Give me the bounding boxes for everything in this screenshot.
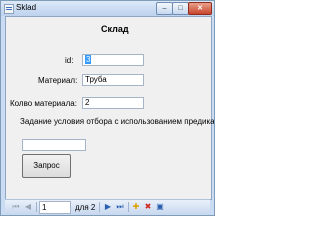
id-label: id: (65, 56, 74, 65)
save-icon[interactable]: ▣ (155, 202, 165, 212)
app-window: Sklad – □ ✕ Склад id: 3 Материал: Труба … (0, 0, 215, 216)
binding-navigator: ⏮ ◀ 1 для 2 ▶ ⏭ ✚ ✖ ▣ (5, 199, 210, 215)
id-field[interactable]: 3 (82, 54, 144, 66)
minimize-button[interactable]: – (156, 2, 173, 15)
maximize-button[interactable]: □ (172, 2, 189, 15)
query-button[interactable]: Запрос (22, 154, 71, 178)
title-bar[interactable]: Sklad – □ ✕ (1, 1, 214, 16)
filter-field[interactable] (22, 139, 86, 151)
quantity-field[interactable]: 2 (82, 97, 144, 109)
material-field[interactable]: Труба (82, 74, 144, 86)
form-heading: Склад (101, 24, 129, 34)
close-button[interactable]: ✕ (188, 2, 212, 15)
move-previous-icon[interactable]: ◀ (23, 202, 33, 212)
record-count: для 2 (75, 203, 96, 212)
position-field[interactable]: 1 (39, 201, 71, 214)
add-new-icon[interactable]: ✚ (131, 202, 141, 212)
navigator-separator (128, 202, 129, 212)
app-icon (4, 4, 14, 14)
filter-hint: Задание условия отбора с использованием … (20, 117, 215, 126)
move-next-icon[interactable]: ▶ (103, 202, 113, 212)
navigator-separator (36, 202, 37, 212)
id-field-value: 3 (85, 55, 92, 64)
navigator-separator (99, 202, 100, 212)
material-label: Материал: (38, 76, 78, 85)
move-first-icon[interactable]: ⏮ (11, 202, 21, 212)
move-last-icon[interactable]: ⏭ (115, 202, 125, 212)
quantity-label: Колво материала: (10, 99, 77, 108)
delete-icon[interactable]: ✖ (143, 202, 153, 212)
window-title: Sklad (16, 3, 37, 12)
form-client-area: Склад id: 3 Материал: Труба Колво матери… (5, 16, 215, 200)
